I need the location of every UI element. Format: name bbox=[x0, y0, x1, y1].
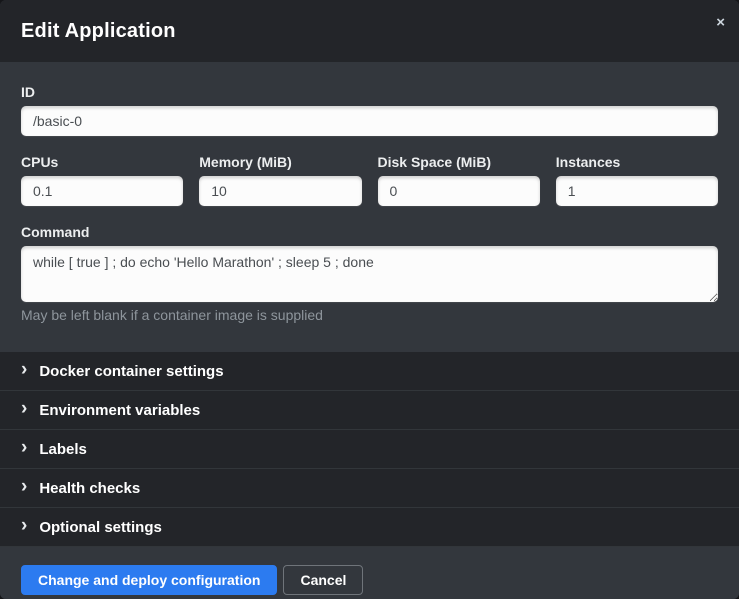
command-field-group: Command while [ true ] ; do echo 'Hello … bbox=[21, 224, 718, 324]
accordion-environment-variables[interactable]: › Environment variables bbox=[0, 391, 739, 430]
id-field-group: ID bbox=[21, 84, 718, 136]
accordion-label: Labels bbox=[39, 441, 87, 458]
cpus-field-group: CPUs bbox=[21, 154, 183, 206]
chevron-right-icon: › bbox=[21, 360, 27, 379]
instances-input[interactable] bbox=[556, 176, 718, 206]
cancel-button[interactable]: Cancel bbox=[283, 565, 363, 595]
modal-footer: Change and deploy configuration Cancel bbox=[0, 547, 739, 599]
instances-field-group: Instances bbox=[556, 154, 718, 206]
instances-label: Instances bbox=[556, 154, 718, 170]
id-label: ID bbox=[21, 84, 718, 100]
accordion-label: Docker container settings bbox=[39, 363, 223, 380]
edit-application-modal: Edit Application × ID CPUs Memory (MiB) … bbox=[0, 0, 739, 599]
cpus-label: CPUs bbox=[21, 154, 183, 170]
modal-header: Edit Application × bbox=[0, 0, 739, 62]
accordion-docker-container-settings[interactable]: › Docker container settings bbox=[0, 352, 739, 391]
chevron-right-icon: › bbox=[21, 438, 27, 457]
disk-space-label: Disk Space (MiB) bbox=[378, 154, 540, 170]
accordion-label: Health checks bbox=[39, 480, 140, 497]
modal-body: ID CPUs Memory (MiB) Disk Space (MiB) In… bbox=[0, 62, 739, 352]
accordion-optional-settings[interactable]: › Optional settings bbox=[0, 508, 739, 547]
accordion-sections: › Docker container settings › Environmen… bbox=[0, 352, 739, 547]
close-icon[interactable]: × bbox=[716, 15, 725, 30]
modal-title: Edit Application bbox=[21, 20, 176, 43]
chevron-right-icon: › bbox=[21, 477, 27, 496]
memory-label: Memory (MiB) bbox=[199, 154, 361, 170]
memory-input[interactable] bbox=[199, 176, 361, 206]
accordion-labels[interactable]: › Labels bbox=[0, 430, 739, 469]
chevron-right-icon: › bbox=[21, 516, 27, 535]
chevron-right-icon: › bbox=[21, 399, 27, 418]
accordion-health-checks[interactable]: › Health checks bbox=[0, 469, 739, 508]
memory-field-group: Memory (MiB) bbox=[199, 154, 361, 206]
id-input[interactable] bbox=[21, 106, 718, 136]
accordion-label: Optional settings bbox=[39, 519, 162, 536]
accordion-label: Environment variables bbox=[39, 402, 200, 419]
command-textarea[interactable]: while [ true ] ; do echo 'Hello Marathon… bbox=[21, 246, 718, 302]
command-help-text: May be left blank if a container image i… bbox=[21, 307, 718, 324]
change-and-deploy-button[interactable]: Change and deploy configuration bbox=[21, 565, 277, 595]
resources-row: CPUs Memory (MiB) Disk Space (MiB) Insta… bbox=[21, 154, 718, 206]
disk-space-field-group: Disk Space (MiB) bbox=[378, 154, 540, 206]
cpus-input[interactable] bbox=[21, 176, 183, 206]
disk-space-input[interactable] bbox=[378, 176, 540, 206]
command-label: Command bbox=[21, 224, 718, 240]
